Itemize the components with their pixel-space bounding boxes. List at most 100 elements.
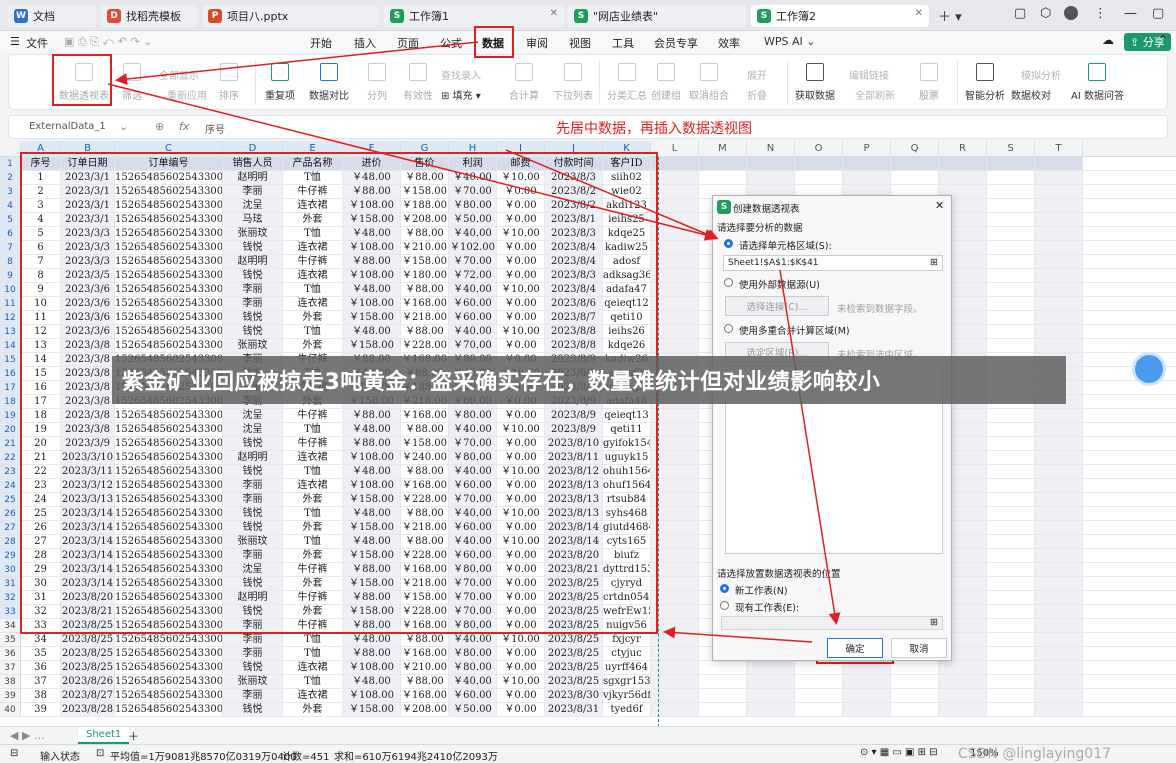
cell[interactable]: ￥40.00: [449, 325, 497, 338]
cell[interactable]: [987, 619, 1035, 632]
cell[interactable]: 2: [21, 185, 61, 198]
close-icon[interactable]: ✕: [915, 8, 923, 19]
close-icon[interactable]: ✕: [935, 199, 944, 212]
cell[interactable]: ￥40.00: [449, 171, 497, 184]
cell[interactable]: [987, 577, 1035, 590]
cell[interactable]: [987, 283, 1035, 296]
row-header[interactable]: 39: [0, 689, 21, 703]
cell[interactable]: ￥48.00: [343, 535, 401, 548]
cell[interactable]: 连衣裙: [283, 689, 343, 702]
cell[interactable]: ￥168.00: [401, 297, 449, 310]
cell[interactable]: cjyryd: [603, 577, 651, 590]
cell[interactable]: 29: [21, 563, 61, 576]
cell[interactable]: 订单编号: [115, 157, 223, 170]
spreadsheet-grid[interactable]: ABCDEFGHIJKLMNOPQRST 1 2 3 4 5 6 7 8 9 10 11 12 13 14…: [0, 141, 1176, 726]
menu-review[interactable]: 审阅: [526, 35, 548, 51]
cell[interactable]: 152654856025433000: [115, 647, 223, 660]
cell[interactable]: ￥48.00: [343, 227, 401, 240]
new-tab-icon[interactable]: ＋ ▾: [938, 6, 962, 25]
cell[interactable]: [747, 703, 795, 716]
cell[interactable]: [987, 633, 1035, 646]
cell[interactable]: 152654856025433000: [115, 437, 223, 450]
cell[interactable]: 张丽玟: [223, 535, 283, 548]
cell[interactable]: ￥70.00: [449, 591, 497, 604]
cell[interactable]: 2023/3/6: [61, 311, 115, 324]
cell[interactable]: [1035, 199, 1083, 212]
cell[interactable]: 2023/8/20: [61, 591, 115, 604]
cell[interactable]: ￥80.00: [449, 647, 497, 660]
cell[interactable]: 2023/8/12: [545, 465, 603, 478]
cell[interactable]: 37: [21, 675, 61, 688]
cell[interactable]: ￥40.00: [449, 535, 497, 548]
cell[interactable]: 外套: [283, 605, 343, 618]
cell[interactable]: ￥0.00: [497, 255, 545, 268]
cell[interactable]: 2023/3/14: [61, 577, 115, 590]
cell[interactable]: 2023/3/8: [61, 423, 115, 436]
cancel-button[interactable]: 取消: [891, 638, 947, 658]
cell[interactable]: ￥40.00: [449, 465, 497, 478]
row-header[interactable]: 31: [0, 577, 21, 591]
cell[interactable]: wie02: [603, 185, 651, 198]
duplicates-button[interactable]: 重复项: [265, 63, 295, 102]
table-row[interactable]: 3 2023/3/1 152654856025433000 沈呈 连衣裙 ￥108.00 ￥…: [21, 199, 1176, 213]
row-header[interactable]: 4: [0, 199, 21, 213]
cell[interactable]: ￥88.00: [401, 227, 449, 240]
cell[interactable]: cyts165: [603, 535, 651, 548]
column-header[interactable]: P: [843, 141, 891, 157]
cell[interactable]: 152654856025433000: [115, 619, 223, 632]
cell[interactable]: [1035, 409, 1083, 422]
cell[interactable]: ￥158.00: [343, 311, 401, 324]
table-row[interactable]: 36 2023/8/25 152654856025433000 钱悦 连衣裙 ￥108.0…: [21, 661, 1176, 675]
cell[interactable]: T恤: [283, 171, 343, 184]
cell[interactable]: 15: [21, 367, 61, 380]
cell[interactable]: ￥40.00: [449, 675, 497, 688]
cell[interactable]: [1035, 213, 1083, 226]
row-header[interactable]: 7: [0, 241, 21, 255]
cell[interactable]: siih02: [603, 171, 651, 184]
cell[interactable]: 2023/8/25: [61, 619, 115, 632]
cell[interactable]: 11: [21, 311, 61, 324]
cell[interactable]: [843, 157, 891, 170]
cell[interactable]: [987, 311, 1035, 324]
cell[interactable]: ￥10.00: [497, 423, 545, 436]
cell[interactable]: nuigv56: [603, 619, 651, 632]
table-row[interactable]: 39 2023/8/28 152654856025433000 钱悦 外套 ￥158.00…: [21, 703, 1176, 717]
cell[interactable]: ￥40.00: [449, 283, 497, 296]
cell[interactable]: 赵明明: [223, 451, 283, 464]
cell-grid[interactable]: 序号 订单日期 订单编号 销售人员 产品名称 进价 售价 利润 邮费 付款时间 客户ID 1 2023/…: [21, 157, 1176, 717]
table-row[interactable]: 18 2023/3/8 152654856025433000 沈呈 牛仔裤 ￥88.00 ￥…: [21, 409, 1176, 423]
cell[interactable]: 李丽: [223, 619, 283, 632]
cell[interactable]: 152654856025433000: [115, 171, 223, 184]
cell[interactable]: 2023/8/28: [61, 703, 115, 716]
cell[interactable]: ￥88.00: [401, 325, 449, 338]
cell[interactable]: 赵明明: [223, 171, 283, 184]
cell[interactable]: [1035, 423, 1083, 436]
nav-arrows-icon[interactable]: ◀ ▶ …: [10, 729, 45, 742]
cell[interactable]: [987, 213, 1035, 226]
cell[interactable]: biufz: [603, 549, 651, 562]
tab-wenda[interactable]: W 文档: [8, 5, 96, 27]
cell[interactable]: [1035, 269, 1083, 282]
cell[interactable]: 20: [21, 437, 61, 450]
cell[interactable]: 客户ID: [603, 157, 651, 170]
cell[interactable]: [987, 423, 1035, 436]
fill-button[interactable]: ⊞ 填充 ▾: [441, 87, 481, 102]
cell[interactable]: [1035, 661, 1083, 674]
maximize-icon[interactable]: ▢: [1152, 6, 1164, 21]
cell[interactable]: ￥10.00: [497, 227, 545, 240]
refresh-all-button[interactable]: 全部刷新: [855, 87, 895, 102]
cell[interactable]: 39: [21, 703, 61, 716]
cell[interactable]: ￥168.00: [401, 563, 449, 576]
cell[interactable]: [987, 563, 1035, 576]
column-header[interactable]: F: [343, 141, 401, 157]
cell[interactable]: 张丽玟: [223, 339, 283, 352]
cell[interactable]: 李丽: [223, 493, 283, 506]
cell[interactable]: 2023/3/14: [61, 549, 115, 562]
cell[interactable]: 沈呈: [223, 409, 283, 422]
formula-input[interactable]: 序号: [205, 121, 225, 136]
cell[interactable]: ieihs26: [603, 325, 651, 338]
cell[interactable]: ￥70.00: [449, 493, 497, 506]
cell[interactable]: 2023/8/13: [545, 479, 603, 492]
cell[interactable]: ￥158.00: [401, 255, 449, 268]
cell[interactable]: [843, 703, 891, 716]
